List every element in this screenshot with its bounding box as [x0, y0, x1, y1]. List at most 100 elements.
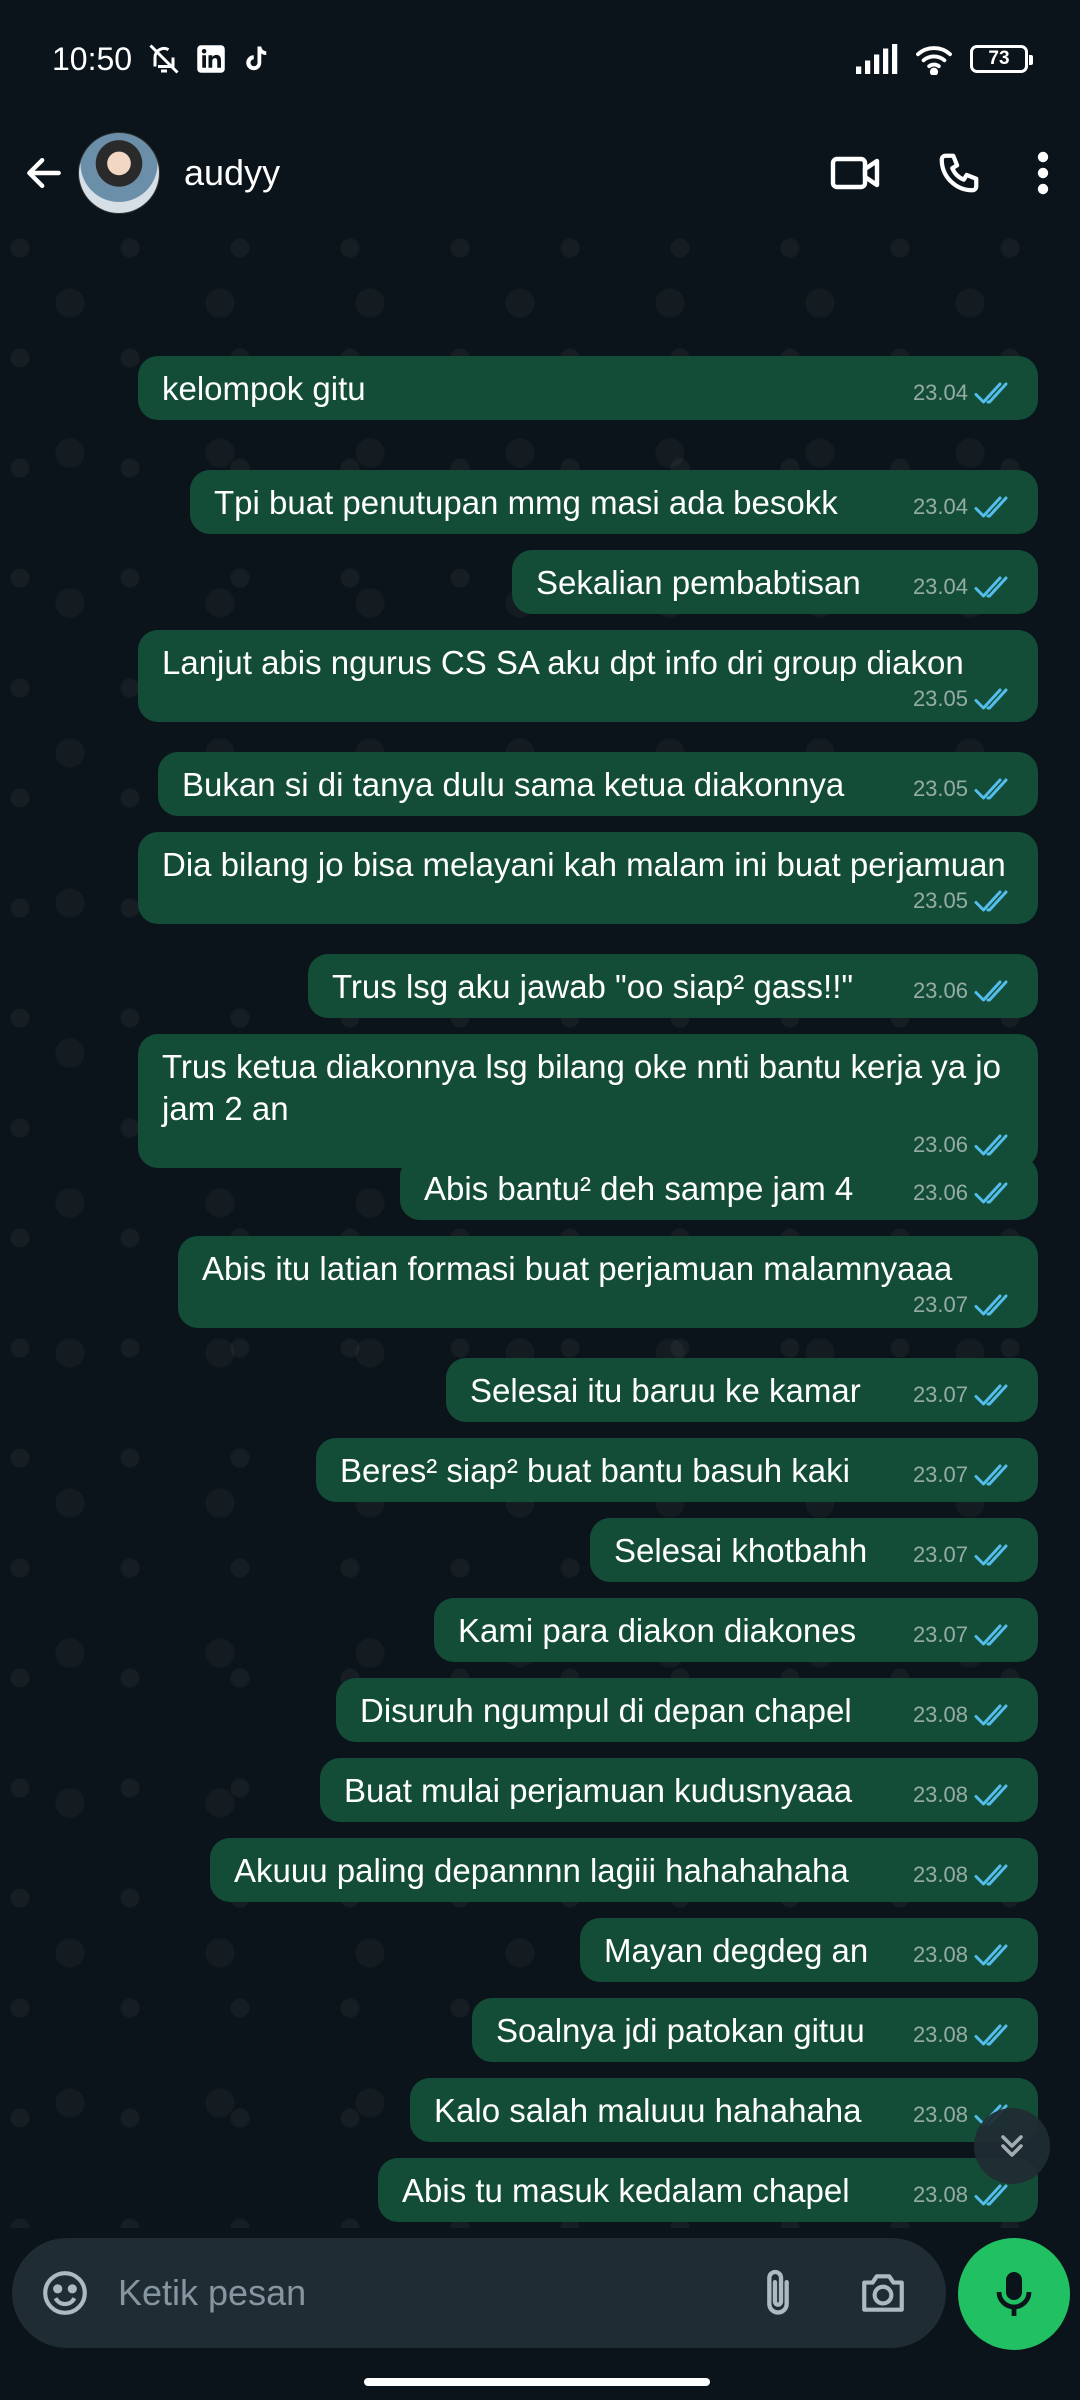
- back-button[interactable]: [16, 145, 72, 201]
- message-bubble[interactable]: 23.06 Trus lsg aku jawab "oo siap² gass!!…: [308, 954, 1038, 1018]
- message-meta: 23.07: [913, 1622, 1014, 1648]
- battery-indicator: 73: [970, 45, 1033, 73]
- double-chevron-down-icon: [1001, 2135, 1023, 2157]
- message-meta: 23.07: [913, 1382, 1014, 1408]
- message-meta: 23.06: [913, 1180, 1014, 1206]
- message-meta: 23.08: [913, 1702, 1014, 1728]
- message-time: 23.04: [912, 380, 968, 405]
- read-receipt-icon: [974, 382, 1008, 404]
- message-meta: 23.08: [913, 2182, 1014, 2208]
- message-bubble[interactable]: Lanjut abis ngurus CS SA aku dpt info dr…: [138, 630, 1038, 722]
- read-receipt-icon: [974, 2184, 1008, 2206]
- message-bubble[interactable]: 23.07 Selesai itu baruu ke kamar: [446, 1358, 1038, 1422]
- message-meta: 23.08: [913, 1862, 1014, 1888]
- message-text: Abis bantu² deh sampe jam 4: [424, 1170, 854, 1207]
- tiktok-icon: [246, 46, 267, 71]
- read-receipt-icon: [974, 1944, 1008, 1966]
- message-text: Buat mulai perjamuan kudusnyaaa: [344, 1772, 853, 1809]
- message-bubble[interactable]: 23.08 Akuuu paling depannnn lagiii hahaha…: [210, 1838, 1038, 1902]
- message-text: Sekalian pembabtisan: [536, 564, 861, 601]
- chat-header: audyy: [0, 118, 1080, 228]
- status-bar: 10:50 73: [0, 0, 1080, 118]
- message-bubble[interactable]: 23.07 Kami para diakon diakones: [434, 1598, 1038, 1662]
- message-time: 23.07: [912, 1622, 968, 1647]
- voice-call-icon[interactable]: [936, 150, 982, 196]
- message-time: 23.05: [912, 776, 968, 801]
- read-receipt-icon: [974, 1624, 1008, 1646]
- chat-area[interactable]: 23.04 kelompok gitu 23.04 Tpi buat penutupa…: [0, 228, 1080, 2228]
- read-receipt-icon: [974, 980, 1008, 1002]
- message-time: 23.05: [912, 686, 968, 711]
- message-time: 23.08: [912, 1782, 968, 1807]
- message-bubble[interactable]: 23.08 Mayan degdeg an: [580, 1918, 1038, 1982]
- message-meta: 23.05: [180, 888, 1014, 914]
- message-bubble[interactable]: 23.07 Beres² siap² buat bantu basuh kaki: [316, 1438, 1038, 1502]
- message-time: 23.08: [912, 2022, 968, 2047]
- message-bubble[interactable]: 23.06 Abis bantu² deh sampe jam 4: [400, 1156, 1038, 1220]
- message-input[interactable]: [118, 2272, 678, 2314]
- read-receipt-icon: [974, 890, 1008, 912]
- read-receipt-icon: [974, 2024, 1008, 2046]
- read-receipt-icon: [974, 1784, 1008, 1806]
- read-receipt-icon: [974, 1294, 1008, 1316]
- notifications-off-icon: [149, 44, 179, 74]
- signal-icon: [856, 44, 898, 74]
- message-bubble[interactable]: Dia bilang jo bisa melayani kah malam in…: [138, 832, 1038, 924]
- message-time: 23.06: [912, 1132, 968, 1157]
- contact-name[interactable]: audyy: [184, 152, 280, 194]
- message-bubble[interactable]: 23.08 Abis tu masuk kedalam chapel: [378, 2158, 1038, 2222]
- message-text: Soalnya jdi patokan gituu: [496, 2012, 865, 2049]
- message-bubble[interactable]: Trus ketua diakonnya lsg bilang oke nnti…: [138, 1034, 1038, 1168]
- message-bubble[interactable]: 23.08 Soalnya jdi patokan gituu: [472, 1998, 1038, 2062]
- message-bubble[interactable]: 23.04 Tpi buat penutupan mmg masi ada bes…: [190, 470, 1038, 534]
- video-call-icon[interactable]: [830, 153, 882, 193]
- microphone-icon: [996, 2272, 1032, 2316]
- message-time: 23.06: [912, 978, 968, 1003]
- message-time: 23.07: [912, 1462, 968, 1487]
- message-bubble[interactable]: 23.07 Selesai khotbahh: [590, 1518, 1038, 1582]
- gesture-nav-bar[interactable]: [364, 2378, 710, 2386]
- message-text: Tpi buat penutupan mmg masi ada besokk: [214, 484, 838, 521]
- message-bubble[interactable]: 23.04 Sekalian pembabtisan: [512, 550, 1038, 614]
- message-bubble[interactable]: Abis itu latian formasi buat perjamuan m…: [178, 1236, 1038, 1328]
- message-text: Dia bilang jo bisa melayani kah malam in…: [162, 846, 1006, 883]
- message-bubble[interactable]: 23.05 Bukan si di tanya dulu sama ketua d…: [158, 752, 1038, 816]
- message-bubble[interactable]: 23.04 kelompok gitu: [138, 356, 1038, 420]
- message-text: Disuruh ngumpul di depan chapel: [360, 1692, 852, 1729]
- message-text: Lanjut abis ngurus CS SA aku dpt info dr…: [162, 644, 964, 681]
- message-bubble[interactable]: 23.08 Kalo salah maluuu hahahaha: [410, 2078, 1038, 2142]
- message-meta: 23.07: [913, 1542, 1014, 1568]
- message-bubble[interactable]: 23.08 Disuruh ngumpul di depan chapel: [336, 1678, 1038, 1742]
- message-meta: 23.07: [220, 1292, 1014, 1318]
- more-options-icon[interactable]: [1036, 151, 1050, 195]
- read-receipt-icon: [974, 1134, 1008, 1156]
- message-meta: 23.04: [913, 380, 1014, 406]
- wifi-icon: [916, 46, 952, 75]
- message-meta: 23.05: [180, 686, 1014, 712]
- message-text: Selesai khotbahh: [614, 1532, 868, 1569]
- contact-avatar[interactable]: [78, 132, 160, 214]
- camera-icon[interactable]: [858, 2271, 908, 2315]
- attach-icon[interactable]: [758, 2267, 798, 2319]
- message-meta: 23.06: [913, 978, 1014, 1004]
- message-composer: [12, 2238, 946, 2348]
- read-receipt-icon: [974, 778, 1008, 800]
- message-meta: 23.04: [913, 574, 1014, 600]
- emoji-icon[interactable]: [40, 2268, 90, 2318]
- linkedin-icon: [197, 45, 225, 73]
- message-meta: 23.07: [913, 1462, 1014, 1488]
- message-time: 23.04: [912, 574, 968, 599]
- message-bubble[interactable]: 23.08 Buat mulai perjamuan kudusnyaaa: [320, 1758, 1038, 1822]
- message-time: 23.08: [912, 2182, 968, 2207]
- message-text: Kalo salah maluuu hahahaha: [434, 2092, 862, 2129]
- read-receipt-icon: [974, 1704, 1008, 1726]
- message-time: 23.08: [912, 1862, 968, 1887]
- message-time: 23.04: [912, 494, 968, 519]
- status-time: 10:50: [52, 40, 133, 77]
- message-meta: 23.06: [180, 1132, 1014, 1158]
- read-receipt-icon: [974, 1384, 1008, 1406]
- read-receipt-icon: [974, 1544, 1008, 1566]
- scroll-to-bottom-button[interactable]: [974, 2108, 1050, 2184]
- voice-message-button[interactable]: [958, 2238, 1070, 2350]
- message-meta: 23.08: [913, 2022, 1014, 2048]
